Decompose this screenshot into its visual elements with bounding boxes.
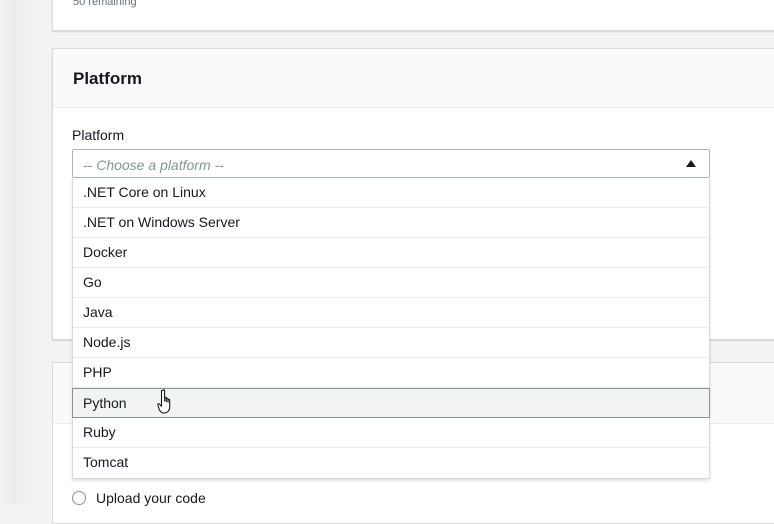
option-tomcat[interactable]: Tomcat bbox=[73, 448, 709, 478]
previous-section-card: 50 remaining bbox=[52, 0, 774, 31]
hand-pointer-icon bbox=[157, 389, 171, 414]
platform-select-placeholder: -- Choose a platform -- bbox=[83, 157, 224, 173]
option-java[interactable]: Java bbox=[73, 298, 709, 328]
option-dotnet-core-linux[interactable]: .NET Core on Linux bbox=[73, 178, 709, 208]
section-title: Platform bbox=[73, 69, 142, 88]
option-php[interactable]: PHP bbox=[73, 358, 709, 388]
platform-select[interactable]: -- Choose a platform -- bbox=[72, 149, 710, 178]
option-ruby[interactable]: Ruby bbox=[73, 418, 709, 448]
platform-field-label: Platform bbox=[72, 127, 125, 143]
platform-section-header: Platform bbox=[53, 49, 774, 108]
upload-code-radio[interactable] bbox=[72, 491, 86, 505]
option-dotnet-windows-server[interactable]: .NET on Windows Server bbox=[73, 208, 709, 238]
option-go[interactable]: Go bbox=[73, 268, 709, 298]
option-docker[interactable]: Docker bbox=[73, 238, 709, 268]
platform-dropdown-list: .NET Core on Linux .NET on Windows Serve… bbox=[72, 178, 710, 479]
remaining-count: 50 remaining bbox=[73, 0, 137, 8]
option-nodejs[interactable]: Node.js bbox=[73, 328, 709, 358]
caret-up-icon[interactable] bbox=[686, 160, 696, 167]
